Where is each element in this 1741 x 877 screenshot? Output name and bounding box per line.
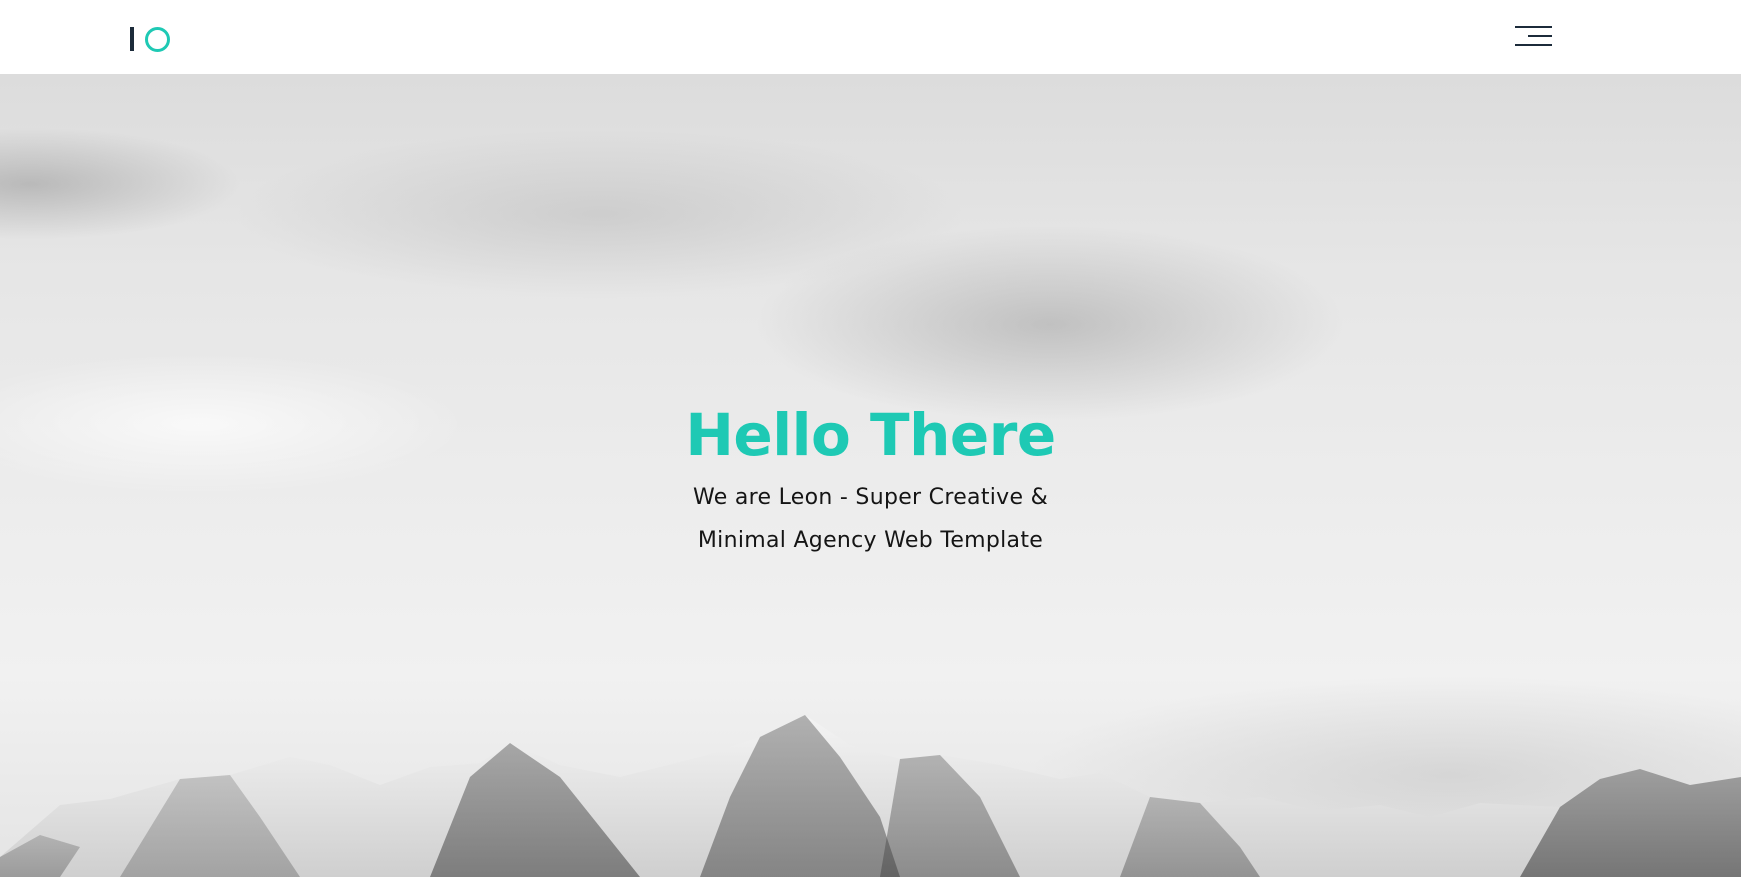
hamburger-menu-icon — [1515, 26, 1552, 28]
mountains-image — [0, 715, 1741, 877]
logo-ring-icon — [145, 27, 170, 52]
hamburger-menu-icon-line — [1528, 35, 1552, 37]
hero-section: Hello There We are Leon - Super Creative… — [0, 74, 1741, 877]
menu-button[interactable] — [1514, 24, 1554, 50]
hero-content: Hello There We are Leon - Super Creative… — [0, 400, 1741, 562]
site-header — [0, 0, 1741, 74]
hero-subtitle: We are Leon - Super Creative & Minimal A… — [692, 485, 1049, 553]
logo[interactable] — [128, 24, 174, 54]
hamburger-menu-icon-line — [1515, 44, 1552, 46]
logo-bar-icon — [130, 27, 134, 51]
hero-title: Hello There — [685, 401, 1056, 469]
